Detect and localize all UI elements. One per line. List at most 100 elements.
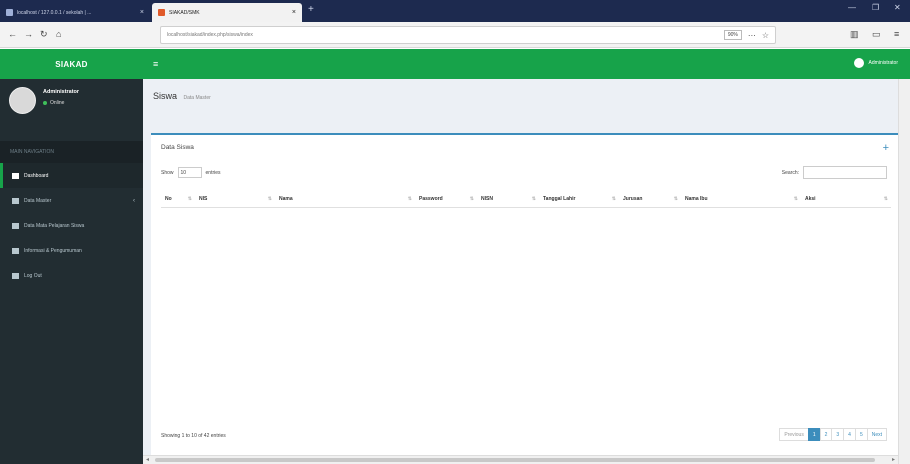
pagination-next[interactable]: Next bbox=[866, 428, 887, 441]
tab-title: SIAKAD/SMK bbox=[169, 9, 200, 16]
entries-select[interactable]: 10 bbox=[177, 167, 202, 178]
topbar-user-name: Administrator bbox=[868, 60, 898, 66]
col-header-password[interactable]: Password ⇅ bbox=[415, 192, 477, 208]
back-icon[interactable]: ← bbox=[8, 29, 17, 39]
page-title-text: Siswa bbox=[153, 91, 178, 101]
col-header-nama[interactable]: Nama ⇅ bbox=[275, 192, 415, 208]
entries-length: Show 10 entries bbox=[161, 167, 221, 178]
bookmark-star-icon[interactable]: ☆ bbox=[762, 31, 769, 40]
sidebar-toggle-icon[interactable]: ▭ bbox=[872, 29, 881, 40]
search-box: Search: bbox=[782, 166, 887, 179]
sort-icon: ⇅ bbox=[673, 196, 678, 202]
scroll-left-icon[interactable]: ◂ bbox=[146, 456, 149, 463]
user-status: Online bbox=[43, 100, 64, 106]
col-header-nis[interactable]: NIS ⇅ bbox=[195, 192, 275, 208]
window-close-icon[interactable]: ✕ bbox=[894, 3, 901, 12]
page-subtitle: Data Master bbox=[183, 95, 211, 101]
user-menu[interactable]: Administrator bbox=[853, 58, 898, 68]
col-header-tanggal-lahir[interactable]: Tanggal Lahir ⇅ bbox=[539, 192, 619, 208]
pagination: Previous 1 2 3 4 5 Next bbox=[779, 428, 887, 441]
sidebar-item-label: Data Mata Pelajaran Siswa bbox=[24, 222, 85, 229]
dashboard-icon bbox=[12, 172, 19, 179]
scroll-right-icon[interactable]: ▸ bbox=[892, 456, 895, 463]
minimize-icon[interactable]: — bbox=[848, 3, 856, 12]
sort-icon: ⇅ bbox=[793, 196, 798, 202]
sidebar-item-data-master[interactable]: Data Master ‹ bbox=[0, 188, 143, 213]
sidebar-menu: Dashboard Data Master ‹ Data Mata Pelaja… bbox=[0, 163, 143, 288]
user-status-label: Online bbox=[50, 100, 65, 106]
brand-logo[interactable]: SIAKAD bbox=[0, 49, 143, 79]
sidebar-item-informasi[interactable]: Informasi & Pengumuman bbox=[0, 238, 143, 263]
zoom-level[interactable]: 90% bbox=[723, 30, 742, 40]
search-label: Search: bbox=[781, 169, 799, 176]
sort-icon: ⇅ bbox=[267, 196, 272, 202]
tab-close-icon[interactable]: × bbox=[292, 9, 296, 16]
page-title: Siswa Data Master bbox=[153, 91, 211, 101]
folder-icon bbox=[12, 197, 19, 204]
sort-icon: ⇅ bbox=[469, 196, 474, 202]
user-panel: Administrator Online bbox=[0, 79, 143, 141]
avatar bbox=[9, 87, 36, 114]
sort-icon: ⇅ bbox=[883, 196, 888, 202]
sidebar-item-dashboard[interactable]: Dashboard bbox=[0, 163, 143, 188]
sidebar-item-label: Dashboard bbox=[24, 172, 49, 179]
tab-close-icon[interactable]: × bbox=[140, 9, 144, 16]
col-header-nama-ibu[interactable]: Nama Ibu ⇅ bbox=[681, 192, 801, 208]
browser-tab-phpmyadmin[interactable]: localhost / 127.0.0.1 / sekolah | ... × bbox=[0, 3, 150, 22]
logout-icon bbox=[12, 272, 19, 279]
user-name: Administrator bbox=[43, 89, 80, 95]
show-label: Show bbox=[161, 169, 174, 176]
reload-icon[interactable]: ↻ bbox=[40, 29, 48, 40]
col-header-nisn[interactable]: NISN ⇅ bbox=[477, 192, 539, 208]
menu-header: MAIN NAVIGATION bbox=[0, 141, 143, 163]
search-input[interactable] bbox=[803, 166, 887, 179]
browser-tab-siakad[interactable]: SIAKAD/SMK × bbox=[152, 3, 302, 22]
sidebar-item-logout[interactable]: Log Out bbox=[0, 263, 143, 288]
book-icon bbox=[12, 222, 19, 229]
url-bar[interactable]: localhost/siakad/index.php/siswa/index 9… bbox=[160, 26, 776, 44]
page-actions-icon[interactable]: ⋯ bbox=[748, 31, 756, 40]
content-area: Siswa Data Master Data Siswa + Show 10 e… bbox=[143, 79, 910, 464]
browser-tab-bar: localhost / 127.0.0.1 / sekolah | ... × … bbox=[0, 0, 910, 22]
table-header-row: No ⇅ NIS ⇅ Nama ⇅ Password ⇅ NISN ⇅ Tanggal L… bbox=[161, 192, 891, 208]
browser-nav-bar: ← → ↻ ⌂ localhost/siakad/index.php/siswa… bbox=[0, 22, 910, 48]
sort-icon: ⇅ bbox=[531, 196, 536, 202]
chevron-left-icon: ‹ bbox=[133, 197, 135, 204]
maximize-icon[interactable]: ❐ bbox=[872, 3, 879, 12]
sort-icon: ⇅ bbox=[187, 196, 192, 202]
tab-title: localhost / 127.0.0.1 / sekolah | ... bbox=[17, 9, 92, 16]
entries-label: entries bbox=[205, 169, 221, 176]
horizontal-scrollbar[interactable]: ◂ ▸ bbox=[143, 455, 898, 464]
sort-icon: ⇅ bbox=[611, 196, 616, 202]
new-tab-icon[interactable]: + bbox=[308, 4, 314, 15]
forward-icon[interactable]: → bbox=[24, 29, 33, 39]
library-icon[interactable]: ▥ bbox=[850, 29, 859, 40]
tab-favicon-icon bbox=[158, 9, 165, 16]
col-header-no[interactable]: No ⇅ bbox=[161, 192, 195, 208]
scrollbar-thumb[interactable] bbox=[155, 458, 875, 462]
sidebar-item-label: Data Master bbox=[24, 197, 52, 204]
browser-menu-icon[interactable]: ≡ bbox=[894, 29, 899, 39]
vertical-scrollbar[interactable] bbox=[898, 79, 910, 464]
box-title: Data Siswa bbox=[161, 144, 194, 151]
col-header-jurusan[interactable]: Jurusan ⇅ bbox=[619, 192, 681, 208]
sidebar-item-label: Log Out bbox=[24, 272, 42, 279]
pagination-previous[interactable]: Previous bbox=[779, 428, 809, 441]
sidebar-item-mata-pelajaran[interactable]: Data Mata Pelajaran Siswa bbox=[0, 213, 143, 238]
avatar bbox=[853, 58, 864, 68]
table-info: Showing 1 to 10 of 42 entries bbox=[161, 433, 226, 439]
sidebar-item-label: Informasi & Pengumuman bbox=[24, 247, 82, 254]
tab-favicon-icon bbox=[6, 9, 13, 16]
col-header-aksi[interactable]: Aksi ⇅ bbox=[801, 192, 891, 208]
top-navbar: ≡ Administrator bbox=[143, 49, 910, 79]
home-icon[interactable]: ⌂ bbox=[56, 29, 61, 39]
sort-icon: ⇅ bbox=[407, 196, 412, 202]
add-button[interactable]: + bbox=[883, 142, 889, 154]
sidebar: SIAKAD Administrator Online MAIN NAVIGAT… bbox=[0, 49, 143, 464]
info-icon bbox=[12, 247, 19, 254]
online-dot-icon bbox=[43, 101, 47, 105]
sidebar-toggle-button[interactable]: ≡ bbox=[153, 59, 158, 69]
url-text: localhost/siakad/index.php/siswa/index bbox=[167, 32, 253, 38]
data-box: Data Siswa + Show 10 entries Search: No ⇅… bbox=[151, 133, 899, 459]
data-table: No ⇅ NIS ⇅ Nama ⇅ Password ⇅ NISN ⇅ Tanggal L… bbox=[161, 192, 891, 208]
